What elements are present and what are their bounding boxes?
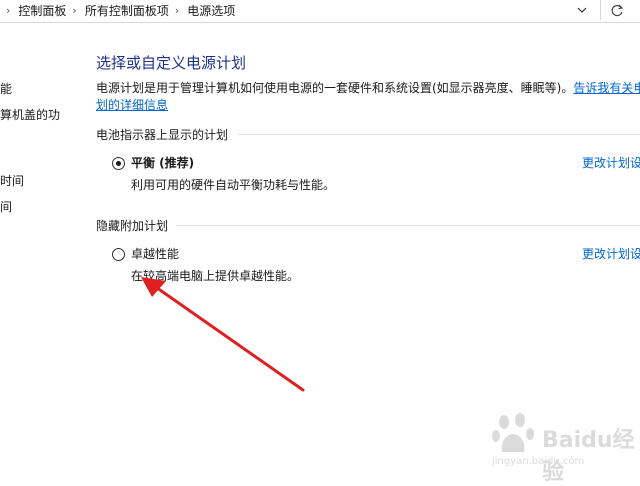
baidu-watermark: Baidu经验 jingyan.baidu.com: [490, 410, 640, 485]
watermark-url: jingyan.baidu.com: [492, 456, 585, 467]
watermark-text: Baidu经验: [542, 428, 635, 485]
baidu-paw-icon: [492, 413, 534, 452]
annotation-arrow-icon: [141, 277, 305, 392]
